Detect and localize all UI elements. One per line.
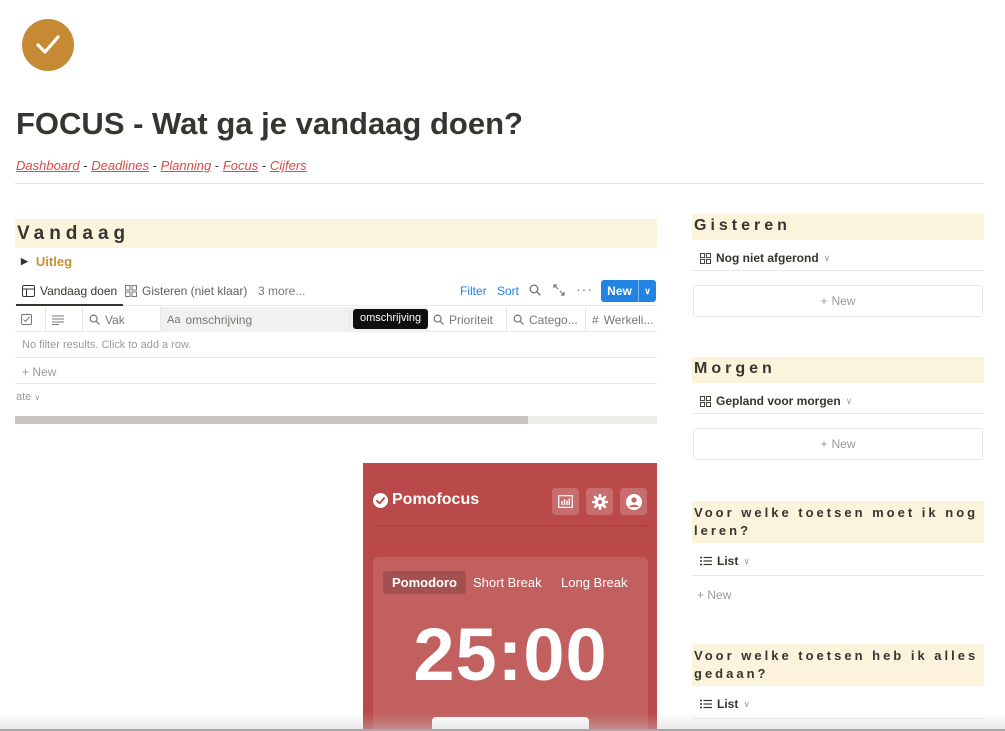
report-button[interactable] (552, 488, 579, 515)
title-icon: Aa (167, 313, 181, 326)
gallery-icon (700, 252, 711, 264)
mode-long-break[interactable]: Long Break (552, 571, 637, 594)
column-vak[interactable]: Vak (83, 307, 161, 332)
calculate-cell[interactable]: ate ∨ (16, 391, 40, 403)
breadcrumb-planning[interactable]: Planning (161, 158, 212, 173)
timer-card: Pomodoro Short Break Long Break 25:00 (373, 557, 648, 731)
chevron-down-icon: ∨ (743, 555, 750, 566)
toggle-triangle-icon[interactable]: ▶ (21, 256, 28, 267)
breadcrumb-separator: - (261, 158, 267, 173)
list-icon (700, 699, 712, 709)
breadcrumb: Dashboard - Deadlines - Planning - Focus… (16, 158, 307, 173)
search-icon (89, 314, 100, 325)
text-icon (52, 315, 64, 325)
gisteren-heading: Gisteren (692, 214, 984, 240)
page-title: FOCUS - Wat ga je vandaag doen? (16, 106, 523, 141)
page-check-icon[interactable] (22, 19, 74, 71)
toetsen-gedaan-heading: Voor welke toetsen heb ik alles gedaan? (692, 644, 984, 686)
settings-button[interactable] (586, 488, 613, 515)
mode-pomodoro[interactable]: Pomodoro (383, 571, 466, 594)
pomofocus-logo[interactable]: Pomofocus (373, 491, 479, 509)
checkbox-icon (21, 314, 32, 325)
view-list-leren[interactable]: List ∨ (700, 554, 750, 568)
check-circle-icon (373, 492, 388, 508)
table-icon (22, 285, 35, 297)
toetsen-leren-heading: Voor welke toetsen moet ik nog leren? (692, 501, 984, 543)
plus-icon: + (697, 588, 705, 602)
column-omschrijving[interactable]: Aa omschrijving (161, 307, 350, 332)
new-row-button[interactable]: + New (22, 365, 56, 379)
column-tooltip: omschrijving (353, 309, 429, 329)
breadcrumb-separator: - (152, 158, 157, 173)
row-divider (15, 383, 657, 384)
mode-short-break[interactable]: Short Break (464, 571, 551, 594)
breadcrumb-deadlines[interactable]: Deadlines (91, 158, 149, 173)
column-categorie[interactable]: Catego... (507, 307, 586, 332)
chevron-down-icon: ∨ (823, 252, 831, 263)
view-gepland-voor-morgen[interactable]: Gepland voor morgen ∨ (700, 394, 852, 408)
search-icon[interactable] (529, 284, 541, 299)
plus-icon: + (22, 365, 30, 379)
filter-button[interactable]: Filter (460, 284, 487, 298)
list-icon (700, 556, 712, 566)
breadcrumb-dashboard[interactable]: Dashboard (16, 158, 80, 173)
pomofocus-divider (373, 525, 647, 526)
row-divider (15, 357, 657, 358)
chevron-down-icon[interactable]: ∨ (639, 286, 656, 297)
pomofocus-embed: Pomofocus Pomodoro Short Break Long Brea… (363, 463, 657, 731)
gisteren-new-card[interactable]: + New (693, 285, 983, 317)
vandaag-heading: Vandaag (15, 219, 657, 248)
tab-label: Gisteren (niet klaar) (142, 284, 248, 298)
plus-icon: + (820, 294, 828, 308)
column-prioriteit[interactable]: Prioriteit (427, 307, 507, 332)
chart-icon (558, 495, 573, 508)
divider (15, 183, 984, 184)
number-icon: # (592, 312, 599, 327)
column-werkelijk[interactable]: # Werkeli... (586, 307, 657, 332)
more-options-icon[interactable]: ··· (576, 281, 593, 297)
search-icon (433, 314, 444, 325)
uitleg-toggle[interactable]: ▶ Uitleg (21, 254, 72, 269)
timer-display: 25:00 (413, 613, 608, 696)
gallery-icon (125, 285, 137, 297)
view-list-gedaan[interactable]: List ∨ (700, 697, 750, 711)
column-checkbox[interactable] (15, 307, 46, 332)
user-icon (625, 493, 642, 510)
sort-button[interactable]: Sort (497, 284, 519, 298)
tab-gisteren[interactable]: Gisteren (niet klaar) (125, 284, 247, 298)
database-view-tabs: Vandaag doen Gisteren (niet klaar) 3 mor… (15, 280, 657, 306)
breadcrumb-cijfers[interactable]: Cijfers (270, 158, 307, 173)
gallery-icon (700, 395, 711, 407)
morgen-heading: Morgen (692, 357, 984, 383)
new-button[interactable]: New ∨ (601, 280, 656, 302)
tab-more[interactable]: 3 more... (258, 284, 305, 298)
new-button-label: New (607, 284, 632, 298)
divider (692, 413, 984, 414)
divider (692, 270, 984, 271)
view-nog-niet-afgerond[interactable]: Nog niet afgerond ∨ (700, 251, 830, 265)
chevron-down-icon: ∨ (34, 393, 41, 402)
scrollbar-thumb[interactable] (15, 416, 528, 424)
breadcrumb-focus[interactable]: Focus (223, 158, 258, 173)
chevron-down-icon: ∨ (845, 395, 853, 406)
toetsen-leren-new[interactable]: + New (697, 588, 731, 602)
morgen-new-card[interactable]: + New (693, 428, 983, 460)
tab-vandaag-doen[interactable]: Vandaag doen (15, 284, 124, 306)
chevron-down-icon: ∨ (743, 698, 750, 709)
horizontal-scrollbar[interactable] (15, 416, 657, 424)
toggle-label: Uitleg (35, 254, 73, 269)
empty-message[interactable]: No filter results. Click to add a row. (22, 339, 191, 351)
gear-icon (591, 493, 608, 510)
breadcrumb-separator: - (214, 158, 220, 173)
tab-label: Vandaag doen (40, 284, 118, 298)
expand-icon[interactable] (553, 284, 565, 299)
breadcrumb-separator: - (83, 158, 88, 173)
divider (692, 575, 984, 576)
column-text[interactable] (46, 307, 83, 332)
plus-icon: + (820, 437, 828, 451)
table-header: Vak Aa omschrijving omschrijving Priorit… (15, 307, 657, 332)
search-icon (513, 314, 524, 325)
account-button[interactable] (620, 488, 647, 515)
